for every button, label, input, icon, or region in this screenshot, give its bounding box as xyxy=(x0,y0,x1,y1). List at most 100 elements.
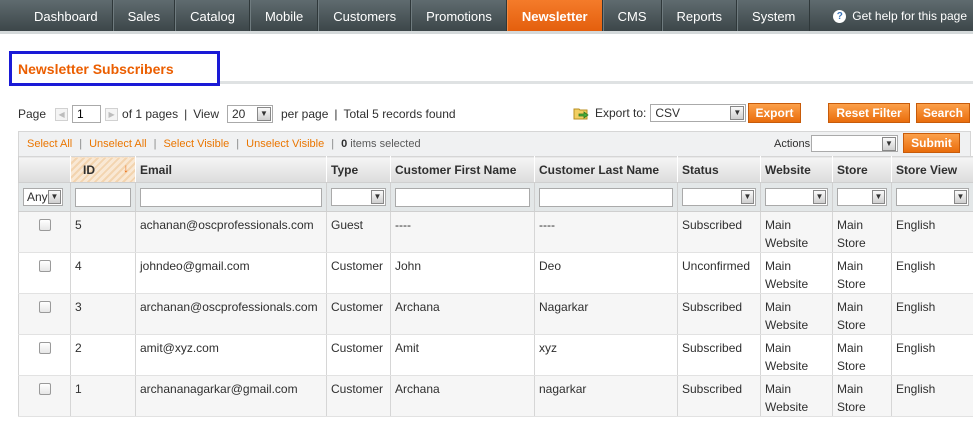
chevron-down-icon: ▼ xyxy=(257,107,271,121)
nav-mobile[interactable]: Mobile xyxy=(249,0,319,31)
filter-status-select[interactable]: ▼ xyxy=(682,188,756,206)
header-first-name[interactable]: Customer First Name xyxy=(390,156,535,183)
cell-status: Subscribed xyxy=(677,293,761,335)
cell-website: Main Website xyxy=(760,252,833,294)
filter-store-select[interactable]: ▼ xyxy=(837,188,887,206)
prev-page-icon[interactable]: ◀ xyxy=(55,107,69,121)
nav-dashboard[interactable]: Dashboard xyxy=(20,0,113,31)
filter-type-select[interactable]: ▼ xyxy=(331,188,386,206)
cell-store: Main Store xyxy=(832,334,892,376)
header-type[interactable]: Type xyxy=(326,156,391,183)
cell-website: Main Website xyxy=(760,211,833,253)
filter-first-name-input[interactable] xyxy=(395,187,530,207)
top-nav: Dashboard Sales Catalog Mobile Customers… xyxy=(0,0,973,34)
nav-catalog[interactable]: Catalog xyxy=(175,0,250,31)
cell-type: Customer xyxy=(326,375,391,417)
search-button[interactable]: Search xyxy=(916,103,970,123)
filter-email-input[interactable] xyxy=(140,187,322,207)
select-all-link[interactable]: Select All xyxy=(27,138,72,150)
header-id[interactable]: ID ↓ xyxy=(70,156,136,183)
cell-store: Main Store xyxy=(832,211,892,253)
select-visible-link[interactable]: Select Visible xyxy=(163,138,229,150)
page-label: Page xyxy=(18,107,47,121)
cell-website: Main Website xyxy=(760,334,833,376)
filter-store-view-select[interactable]: ▼ xyxy=(896,188,969,206)
help-link[interactable]: ? Get help for this page xyxy=(833,9,967,23)
cell-email: archanan@oscprofessionals.com xyxy=(135,293,327,335)
cell-last-name: Nagarkar xyxy=(534,293,678,335)
nav-sales[interactable]: Sales xyxy=(112,0,176,31)
table-row[interactable]: 5 achanan@oscprofessionals.com Guest ---… xyxy=(18,211,973,253)
filter-any-select[interactable]: Any ▼ xyxy=(23,188,63,206)
subscribers-grid: ID ↓ Email Type Customer First Name Custo… xyxy=(18,156,973,417)
header-status[interactable]: Status xyxy=(677,156,761,183)
cell-type: Customer xyxy=(326,334,391,376)
actions-select[interactable]: ▼ xyxy=(811,135,898,152)
cell-store: Main Store xyxy=(832,252,892,294)
nav-items: Dashboard Sales Catalog Mobile Customers… xyxy=(20,0,811,31)
export-group: Export to: CSV ▼ xyxy=(573,104,747,122)
header-website[interactable]: Website xyxy=(760,156,833,183)
table-row[interactable]: 2 amit@xyz.com Customer Amit xyz Subscri… xyxy=(18,334,973,376)
nav-cms[interactable]: CMS xyxy=(602,0,662,31)
cell-store-view: English xyxy=(891,252,973,294)
cell-email: amit@xyz.com xyxy=(135,334,327,376)
chevron-down-icon: ▼ xyxy=(813,190,826,204)
cell-id: 3 xyxy=(70,293,136,335)
total-records: Total 5 records found xyxy=(343,107,456,121)
filter-any-value: Any xyxy=(27,190,48,204)
row-checkbox[interactable] xyxy=(38,219,51,231)
chevron-down-icon: ▼ xyxy=(741,190,754,204)
row-checkbox[interactable] xyxy=(38,301,51,313)
row-checkbox[interactable] xyxy=(38,342,51,354)
next-page-icon[interactable]: ▶ xyxy=(105,107,119,121)
export-format-select[interactable]: CSV ▼ xyxy=(650,104,747,122)
header-last-name[interactable]: Customer Last Name xyxy=(534,156,678,183)
cell-last-name: ---- xyxy=(534,211,678,253)
cell-first-name: John xyxy=(390,252,535,294)
row-checkbox[interactable] xyxy=(38,260,51,272)
header-email[interactable]: Email xyxy=(135,156,327,183)
cell-id: 4 xyxy=(70,252,136,294)
export-button[interactable]: Export xyxy=(748,103,801,123)
nav-customers[interactable]: Customers xyxy=(318,0,412,31)
table-row[interactable]: 3 archanan@oscprofessionals.com Customer… xyxy=(18,293,973,335)
nav-promotions[interactable]: Promotions xyxy=(411,0,507,31)
header-checkbox-col xyxy=(18,156,71,183)
nav-system[interactable]: System xyxy=(737,0,811,31)
filter-row: Any ▼ ▼ ▼ ▼ ▼ ▼ xyxy=(18,182,973,212)
cell-status: Unconfirmed xyxy=(677,252,761,294)
page-input[interactable] xyxy=(72,105,102,123)
cell-website: Main Website xyxy=(760,293,833,335)
nav-newsletter[interactable]: Newsletter xyxy=(506,0,603,31)
export-label: Export to: xyxy=(595,106,647,120)
header-store[interactable]: Store xyxy=(832,156,892,183)
submit-button[interactable]: Submit xyxy=(903,133,960,153)
filter-website-select[interactable]: ▼ xyxy=(765,188,828,206)
table-row[interactable]: 4 johndeo@gmail.com Customer John Deo Un… xyxy=(18,252,973,294)
reset-filter-button[interactable]: Reset Filter xyxy=(828,103,910,123)
unselect-all-link[interactable]: Unselect All xyxy=(89,138,146,150)
table-row[interactable]: 1 archananagarkar@gmail.com Customer Arc… xyxy=(18,375,973,417)
cell-store-view: English xyxy=(891,211,973,253)
pager-separator: | xyxy=(184,107,188,121)
cell-last-name: Deo xyxy=(534,252,678,294)
cell-status: Subscribed xyxy=(677,334,761,376)
cell-id: 2 xyxy=(70,334,136,376)
chevron-down-icon: ▼ xyxy=(371,190,384,204)
nav-reports[interactable]: Reports xyxy=(661,0,738,31)
cell-email: achanan@oscprofessionals.com xyxy=(135,211,327,253)
per-page-select[interactable]: 20 ▼ xyxy=(227,105,273,123)
cell-store-view: English xyxy=(891,375,973,417)
filter-id-input[interactable] xyxy=(75,187,131,207)
row-checkbox[interactable] xyxy=(38,383,51,395)
cell-type: Guest xyxy=(326,211,391,253)
cell-status: Subscribed xyxy=(677,375,761,417)
cell-type: Customer xyxy=(326,293,391,335)
unselect-visible-link[interactable]: Unselect Visible xyxy=(246,138,324,150)
help-label: Get help for this page xyxy=(852,9,967,23)
filter-last-name-input[interactable] xyxy=(539,187,673,207)
export-icon xyxy=(573,108,589,120)
selected-suffix: items selected xyxy=(350,138,421,150)
header-store-view[interactable]: Store View xyxy=(891,156,973,183)
